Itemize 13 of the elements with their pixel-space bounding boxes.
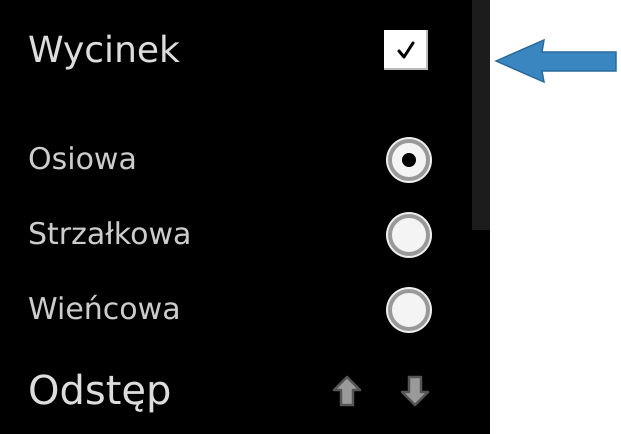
- left-arrow-icon: [494, 38, 618, 84]
- slice-label: Wycinek: [28, 30, 180, 70]
- orientation-label: Wieńcowa: [28, 292, 181, 327]
- orientation-label: Osiowa: [28, 142, 137, 177]
- orientation-radio[interactable]: [388, 138, 430, 180]
- orientation-radio[interactable]: [388, 288, 430, 330]
- scrollbar[interactable]: [472, 0, 490, 230]
- orientation-label: Strzałkowa: [28, 217, 192, 252]
- spacing-label: Odstęp: [28, 368, 172, 414]
- down-arrow-icon[interactable]: [400, 374, 430, 406]
- slice-checkbox[interactable]: [384, 30, 428, 70]
- up-arrow-icon[interactable]: [332, 374, 362, 406]
- orientation-radio[interactable]: [388, 214, 430, 256]
